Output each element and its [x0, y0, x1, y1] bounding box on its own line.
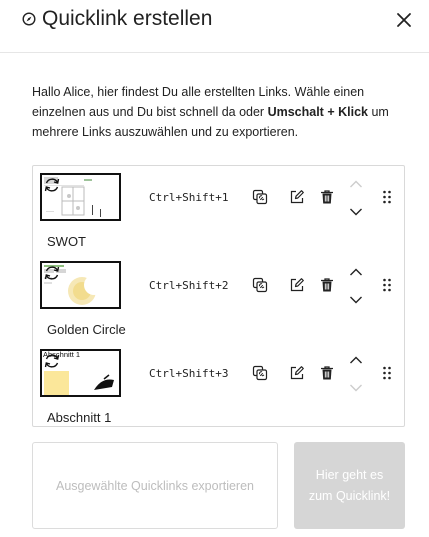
move-up-icon[interactable]	[348, 176, 364, 192]
quicklink-thumbnail[interactable]	[40, 261, 121, 309]
page-title: Quicklink erstellen	[42, 7, 213, 30]
quicklink-list: SWOT Ctrl+Shift+1 Golden Circle Ctrl+Shi…	[32, 165, 405, 427]
compass-icon	[22, 12, 36, 26]
quicklink-name: SWOT	[47, 234, 86, 249]
export-quicklinks-button[interactable]: Ausgewählte Quicklinks exportieren	[32, 442, 278, 529]
quicklink-shortcut: Ctrl+Shift+2	[149, 279, 229, 292]
trash-icon[interactable]	[319, 189, 335, 205]
quicklink-shortcut: Ctrl+Shift+3	[149, 367, 229, 380]
copy-link-icon[interactable]	[252, 189, 268, 205]
quicklink-thumbnail[interactable]: Abschnitt 1	[40, 349, 121, 397]
quicklink-row[interactable]: Golden Circle Ctrl+Shift+2	[33, 254, 404, 340]
move-up-icon[interactable]	[348, 264, 364, 280]
drag-handle-icon[interactable]	[382, 189, 392, 205]
edit-icon[interactable]	[289, 277, 305, 293]
quicklink-dialog: Quicklink erstellen Hallo Alice, hier fi…	[0, 0, 429, 537]
drag-handle-icon[interactable]	[382, 277, 392, 293]
quicklink-shortcut: Ctrl+Shift+1	[149, 191, 229, 204]
close-icon[interactable]	[392, 8, 416, 32]
refresh-icon[interactable]	[42, 263, 62, 283]
copy-link-icon[interactable]	[252, 277, 268, 293]
refresh-icon[interactable]	[42, 175, 62, 195]
quicklink-row[interactable]: SWOT Ctrl+Shift+1	[33, 166, 404, 252]
move-up-icon[interactable]	[348, 352, 364, 368]
move-down-icon[interactable]	[348, 292, 364, 308]
move-down-icon[interactable]	[348, 204, 364, 220]
intro-text: Hallo Alice, hier findest Du alle erstel…	[32, 82, 404, 142]
quicklink-name: Abschnitt 1	[47, 410, 112, 425]
quicklink-row[interactable]: Abschnitt 1 Abschnitt 1 Ctrl+Shift+3	[33, 342, 404, 428]
edit-icon[interactable]	[289, 365, 305, 381]
trash-icon[interactable]	[319, 365, 335, 381]
refresh-icon[interactable]	[42, 351, 62, 371]
quicklink-thumbnail[interactable]	[40, 173, 121, 221]
drag-handle-icon[interactable]	[382, 365, 392, 381]
intro-text-bold: Umschalt + Klick	[267, 105, 368, 119]
go-to-quicklink-button[interactable]: Hier geht es zum Quicklink!	[294, 442, 405, 529]
dialog-header: Quicklink erstellen	[0, 0, 429, 53]
quicklink-name: Golden Circle	[47, 322, 126, 337]
copy-link-icon[interactable]	[252, 365, 268, 381]
move-down-icon[interactable]	[348, 380, 364, 396]
trash-icon[interactable]	[319, 277, 335, 293]
edit-icon[interactable]	[289, 189, 305, 205]
